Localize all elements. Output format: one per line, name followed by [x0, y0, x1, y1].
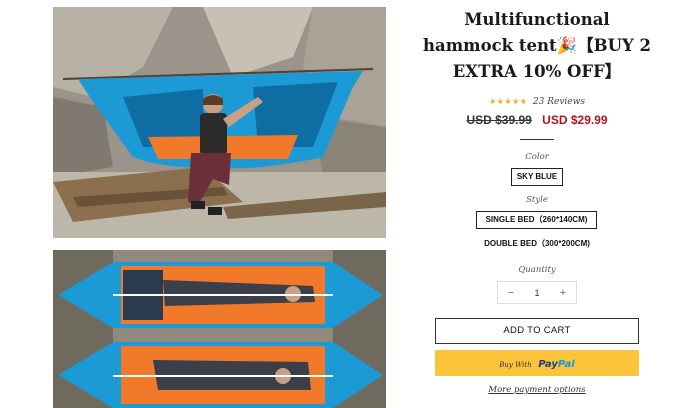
divider [520, 139, 554, 140]
style-label: Style [526, 195, 548, 205]
more-payment-options-link[interactable]: More payment options [420, 385, 654, 395]
review-count: 23 Reviews [532, 97, 585, 107]
product-title: Multifunctional hammock tent🎉【BUY 2 EXTR… [423, 10, 651, 81]
paypal-logo-icon: PayPal [538, 359, 575, 370]
product-image-main[interactable] [53, 7, 386, 238]
style-option-double-bed[interactable]: DOUBLE BED（300*200CM) [480, 238, 594, 249]
sale-price: USD $29.99 [542, 113, 608, 127]
quantity-decrease-button[interactable]: − [498, 287, 524, 299]
style-option-single-bed[interactable]: SINGLE BED（260*140CM) [476, 211, 597, 229]
product-image-secondary[interactable] [53, 250, 386, 408]
quantity-stepper: − 1 + [497, 281, 577, 304]
paypal-prefix: Buy With [499, 361, 532, 369]
paypal-button[interactable]: Buy With PayPal [435, 350, 639, 376]
color-option-sky-blue[interactable]: SKY BLUE [511, 168, 563, 186]
add-to-cart-button[interactable]: ADD TO CART [435, 318, 639, 344]
original-price: USD $39.99 [466, 113, 532, 127]
hammock-photo-person-sitting [53, 7, 386, 238]
star-rating-icon: ★★★★★ [489, 97, 528, 106]
quantity-increase-button[interactable]: + [550, 287, 576, 299]
hammock-photo-people-lying [53, 250, 386, 408]
color-label: Color [525, 152, 549, 162]
product-info-panel: Multifunctional hammock tent🎉【BUY 2 EXTR… [420, 0, 654, 408]
price-block: USD $39.99 USD $29.99 [420, 113, 654, 127]
quantity-input[interactable]: 1 [524, 288, 550, 298]
rating-summary[interactable]: ★★★★★ 23 Reviews [420, 96, 654, 107]
quantity-label: Quantity [518, 265, 556, 275]
